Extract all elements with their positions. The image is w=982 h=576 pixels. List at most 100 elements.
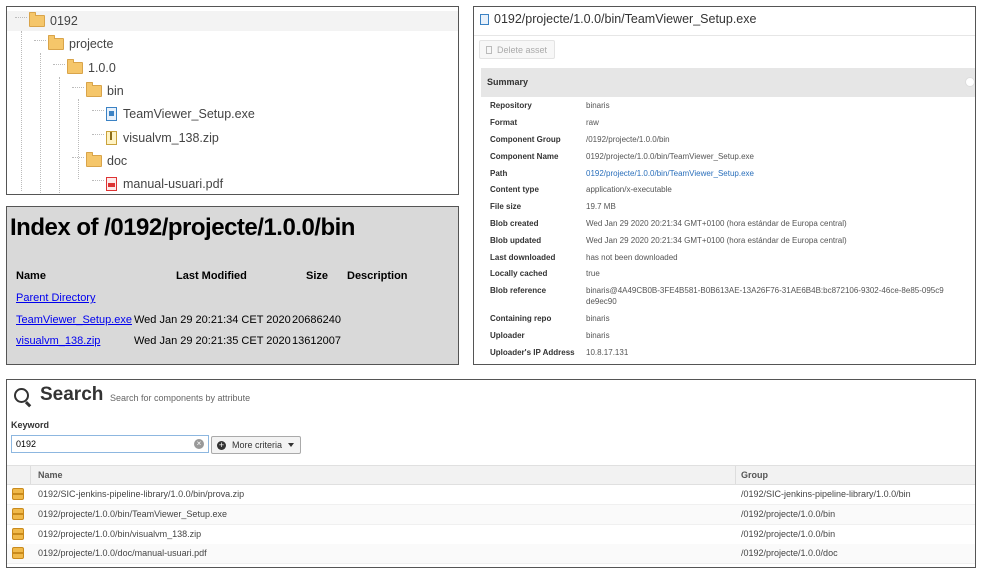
index-size: 13612007 (292, 335, 341, 347)
asset-title: 0192/projecte/1.0.0/bin/TeamViewer_Setup… (494, 12, 757, 26)
asset-path-link[interactable]: 0192/projecte/1.0.0/bin/TeamViewer_Setup… (586, 168, 754, 179)
tree-node-visualvm[interactable]: visualvm_138.zip (92, 128, 219, 148)
index-col-name: Name (16, 270, 46, 282)
tree-expander-icon[interactable] (72, 156, 84, 166)
parent-directory-link[interactable]: Parent Directory (16, 292, 95, 304)
tree-node-version[interactable]: 1.0.0 (53, 58, 116, 78)
search-subtitle: Search for components by attribute (110, 393, 251, 403)
field-key: Blob updated (490, 236, 542, 245)
index-modified: Wed Jan 29 20:21:34 CET 2020 (134, 314, 291, 326)
tree-node-manual[interactable]: manual-usuari.pdf (92, 174, 223, 194)
tree-expander-icon[interactable] (15, 16, 27, 26)
tree-node-0192[interactable]: 0192 (7, 11, 458, 31)
field-value: binaris (586, 101, 610, 110)
tree-node-projecte[interactable]: projecte (34, 34, 113, 54)
field-key: Blob created (490, 219, 539, 228)
search-panel: Search Search for components by attribut… (6, 379, 976, 568)
result-group: /0192/projecte/1.0.0/bin (741, 529, 836, 539)
result-name: 0192/SIC-jenkins-pipeline-library/1.0.0/… (38, 489, 245, 499)
field-value: binaris (586, 331, 610, 340)
chevron-down-icon (288, 443, 295, 447)
component-package-icon (12, 488, 24, 500)
tree-node-label: bin (107, 84, 124, 98)
tree-connector (92, 133, 104, 143)
field-value: binaris@4A49CB0B-3FE4B581-B0B613AE-13A26… (586, 286, 944, 295)
folder-open-icon (48, 35, 64, 50)
field-value: /0192/projecte/1.0.0/bin (586, 135, 670, 144)
index-col-modified: Last Modified (176, 270, 247, 282)
field-value: has not been downloaded (586, 253, 678, 262)
folder-open-icon (86, 82, 102, 97)
column-header-name[interactable]: Name (38, 470, 63, 480)
index-title: Index of /0192/projecte/1.0.0/bin (10, 214, 355, 241)
field-value: binaris (586, 314, 610, 323)
field-value: application/x-executable (586, 185, 672, 194)
keyword-label: Keyword (11, 420, 50, 430)
tree-node-bin[interactable]: bin (72, 81, 124, 101)
keyword-input[interactable] (11, 435, 209, 453)
tree-guide-line (21, 31, 22, 191)
clear-icon[interactable]: × (194, 439, 204, 449)
field-key: Component Name (490, 152, 559, 161)
result-group: /0192/projecte/1.0.0/bin (741, 509, 836, 519)
zip-file-icon (106, 131, 117, 145)
field-key: Uploader's IP Address (490, 348, 575, 357)
folder-open-icon (67, 59, 83, 74)
divider (474, 35, 975, 36)
tree-node-teamviewer[interactable]: TeamViewer_Setup.exe (92, 104, 255, 124)
tree-node-label: TeamViewer_Setup.exe (123, 107, 255, 121)
result-name: 0192/projecte/1.0.0/bin/TeamViewer_Setup… (38, 509, 227, 519)
field-value: 10.8.17.131 (586, 348, 629, 357)
tree-expander-icon[interactable] (72, 86, 84, 96)
result-group: /0192/SIC-jenkins-pipeline-library/1.0.0… (741, 489, 911, 499)
column-divider (30, 466, 31, 484)
tree-node-label: 1.0.0 (88, 61, 116, 75)
repository-tree-panel: 0192 projecte 1.0.0 bin TeamViewer_Setup… (6, 6, 459, 195)
tree-connector (92, 109, 104, 119)
result-name: 0192/projecte/1.0.0/doc/manual-usuari.pd… (38, 548, 207, 558)
field-value: raw (586, 118, 599, 127)
result-group: /0192/projecte/1.0.0/doc (741, 548, 838, 558)
index-row: TeamViewer_Setup.exe (16, 314, 132, 326)
search-title: Search (40, 384, 104, 405)
summary-section-header[interactable]: Summary (481, 68, 975, 97)
result-name: 0192/projecte/1.0.0/bin/visualvm_138.zip (38, 529, 202, 539)
component-package-icon (12, 547, 24, 559)
column-header-group[interactable]: Group (741, 470, 768, 480)
summary-label: Summary (487, 77, 529, 87)
tree-expander-icon[interactable] (53, 63, 65, 73)
field-key: Last downloaded (490, 253, 556, 262)
collapse-icon[interactable] (965, 77, 975, 87)
field-key: Path (490, 169, 508, 178)
tree-connector (92, 179, 104, 189)
index-row: visualvm_138.zip (16, 335, 100, 347)
field-key: Repository (490, 101, 532, 110)
exe-file-icon (480, 14, 489, 25)
index-file-link[interactable]: visualvm_138.zip (16, 335, 100, 347)
index-file-link[interactable]: TeamViewer_Setup.exe (16, 314, 132, 326)
field-key: Component Group (490, 135, 561, 144)
table-row[interactable]: 0192/SIC-jenkins-pipeline-library/1.0.0/… (7, 485, 975, 505)
field-value: 0192/projecte/1.0.0/bin/TeamViewer_Setup… (586, 152, 754, 161)
table-row[interactable]: 0192/projecte/1.0.0/doc/manual-usuari.pd… (7, 544, 975, 564)
table-row[interactable]: 0192/projecte/1.0.0/bin/TeamViewer_Setup… (7, 505, 975, 525)
index-size: 20686240 (292, 314, 341, 326)
delete-asset-label: Delete asset (497, 44, 548, 55)
column-divider[interactable] (735, 466, 736, 484)
more-criteria-button[interactable]: + More criteria (211, 436, 302, 454)
tree-node-label: visualvm_138.zip (123, 131, 219, 145)
folder-open-icon (86, 152, 102, 167)
field-value: 19.7 MB (586, 202, 616, 211)
plus-icon: + (217, 439, 226, 450)
tree-expander-icon[interactable] (34, 39, 46, 49)
tree-node-doc[interactable]: doc (72, 151, 127, 171)
directory-index-panel: Index of /0192/projecte/1.0.0/bin Name L… (6, 206, 459, 365)
parent-directory-link-wrap: Parent Directory (16, 292, 95, 304)
field-key: File size (490, 202, 522, 211)
table-row[interactable]: 0192/projecte/1.0.0/bin/visualvm_138.zip… (7, 525, 975, 545)
field-key: Uploader (490, 331, 525, 340)
field-key: Blob reference (490, 286, 547, 295)
folder-open-icon (29, 12, 45, 27)
asset-detail-panel: 0192/projecte/1.0.0/bin/TeamViewer_Setup… (473, 6, 976, 365)
delete-asset-button[interactable]: Delete asset (479, 40, 556, 59)
